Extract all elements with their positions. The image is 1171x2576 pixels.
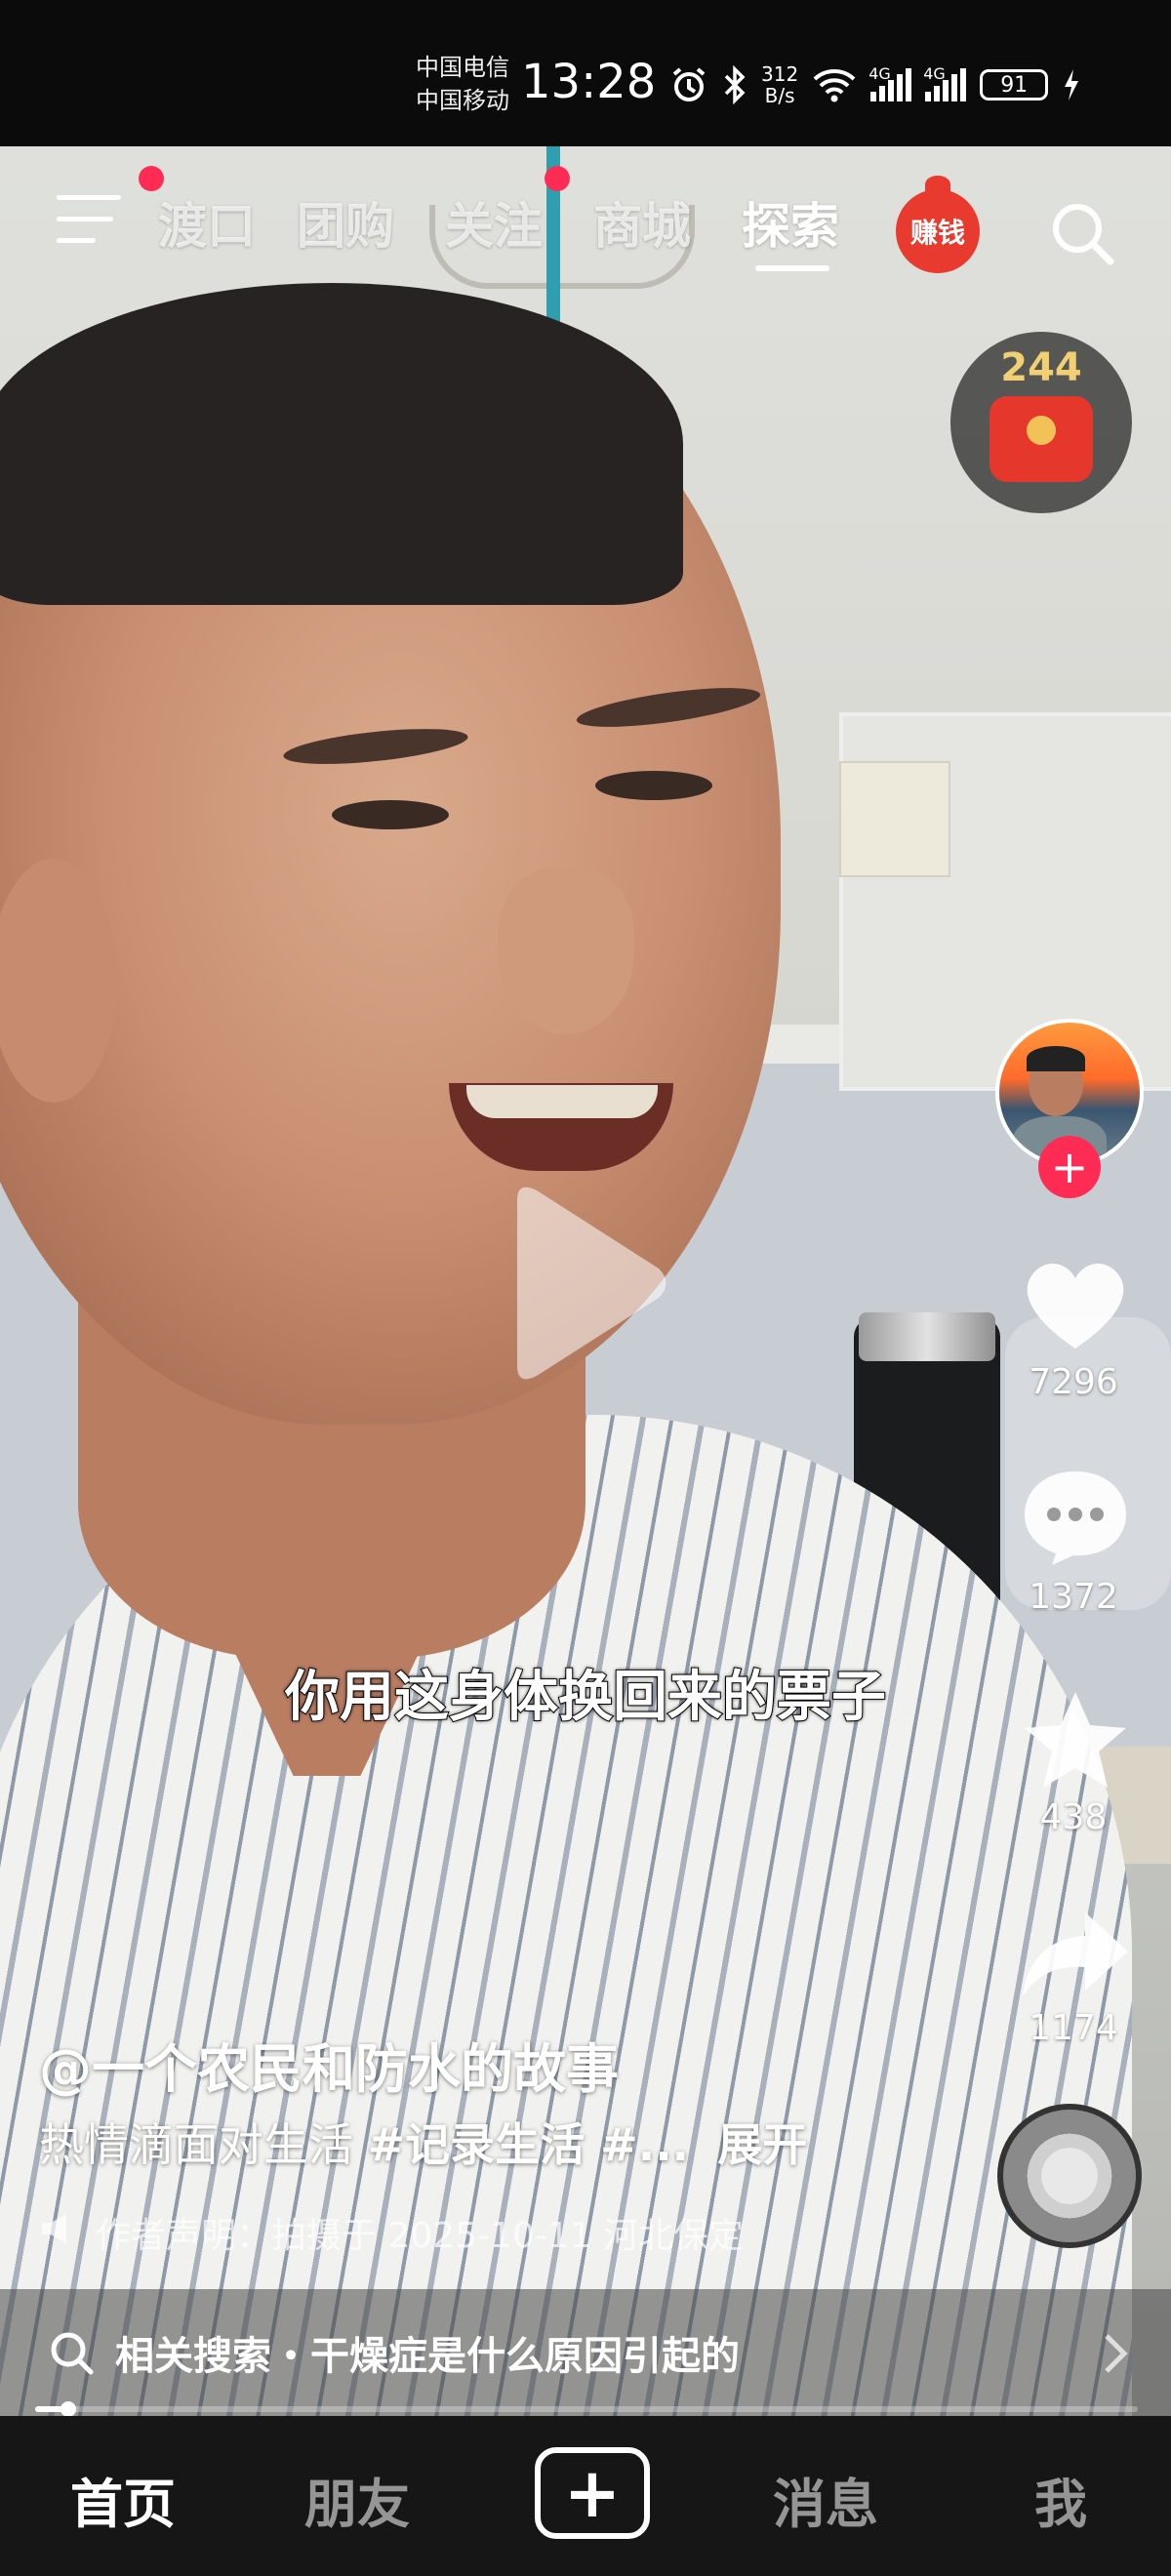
related-search-bar[interactable]: 相关搜索・干燥症是什么原因引起的: [0, 2289, 1171, 2416]
carrier-1: 中国电信: [416, 54, 509, 81]
active-tab-indicator: [755, 265, 829, 271]
follow-plus-icon[interactable]: +: [1038, 1136, 1101, 1198]
tab-mall[interactable]: 商城: [593, 187, 691, 258]
play-icon[interactable]: [498, 1181, 673, 1386]
status-icons: 312 B/s 4G 4G 91: [669, 60, 1081, 109]
related-search-text: 相关搜索・干燥症是什么原因引起的: [115, 2334, 740, 2379]
author-statement: 作者声明：拍摄于 2025-10-11 河北保定: [39, 2207, 744, 2258]
search-icon: [49, 2330, 96, 2377]
comment-count: 1372: [1029, 1577, 1118, 1617]
signal-2-icon: 4G: [923, 64, 967, 101]
statement-text: 作者声明：拍摄于 2025-10-11 河北保定: [96, 2216, 745, 2256]
search-icon[interactable]: [1048, 199, 1116, 267]
net-speed: 312 B/s: [761, 63, 798, 106]
top-nav: 渡口 团购 关注 商城 探索 赚钱: [0, 166, 1171, 273]
person-nose: [498, 868, 634, 1034]
heart-icon[interactable]: [1017, 1251, 1134, 1358]
tab-explore[interactable]: 探索: [742, 187, 839, 258]
bluetooth-icon: [722, 65, 747, 104]
wifi-icon: [812, 67, 857, 102]
charging-icon: [1062, 67, 1081, 102]
share-count: 1174: [1029, 2008, 1118, 2048]
carrier-2: 中国移动: [416, 87, 509, 114]
chevron-right-icon: [1101, 2332, 1130, 2375]
video-description: 热情滴面对生活 #记录生活 #... 展开: [39, 2110, 807, 2174]
eye-left: [332, 800, 449, 829]
red-envelope-icon: [989, 396, 1093, 482]
video-progress-handle[interactable]: [60, 2401, 76, 2417]
desc-text: 热情滴面对生活: [39, 2118, 368, 2171]
nav-me[interactable]: 我: [1034, 2461, 1087, 2538]
like-count: 7296: [1029, 1362, 1118, 1402]
video-subtitle: 你用这身体换回来的票子: [284, 1665, 887, 1730]
video-progress-track[interactable]: [35, 2406, 1138, 2412]
carrier-labels: 中国电信 中国移动: [416, 51, 509, 117]
following-notification-dot: [545, 166, 570, 191]
favorite-count: 438: [1039, 1797, 1108, 1837]
comment-icon[interactable]: [1017, 1464, 1134, 1571]
hashtag-more[interactable]: #...: [585, 2118, 689, 2171]
plus-icon: +: [563, 2453, 622, 2533]
nav-messages[interactable]: 消息: [773, 2461, 878, 2538]
earn-money-button[interactable]: 赚钱: [896, 176, 980, 273]
signal-2-label: 4G: [923, 64, 946, 83]
wall-switch: [839, 761, 950, 877]
coin-count: 244: [1000, 345, 1082, 390]
tab-following[interactable]: 关注: [445, 187, 543, 258]
person-hair: [0, 283, 683, 605]
nav-friends[interactable]: 朋友: [304, 2461, 410, 2538]
create-button[interactable]: +: [535, 2447, 650, 2539]
tab-dukou[interactable]: 渡口: [158, 187, 256, 258]
expand-link[interactable]: 展开: [717, 2118, 807, 2171]
nav-home[interactable]: 首页: [70, 2461, 176, 2538]
status-time: 13:28: [521, 55, 657, 109]
megaphone-icon: [39, 2212, 78, 2254]
author-name[interactable]: @一个农民和防水的故事: [39, 2026, 619, 2103]
net-speed-unit: B/s: [764, 84, 795, 107]
signal-1-label: 4G: [868, 64, 891, 83]
thermos-cap: [859, 1312, 995, 1361]
tab-group-buy[interactable]: 团购: [297, 187, 394, 258]
menu-button[interactable]: [57, 195, 121, 246]
hashtag-record-life[interactable]: #记录生活: [368, 2118, 586, 2171]
net-speed-value: 312: [761, 62, 799, 86]
bottom-nav: 首页 朋友 + 消息 我: [0, 2416, 1171, 2576]
battery-indicator: 91: [980, 69, 1049, 101]
music-disc[interactable]: [997, 2104, 1142, 2248]
coin-reward-widget[interactable]: 244: [950, 332, 1132, 513]
person-teeth: [466, 1085, 658, 1118]
signal-1-icon: 4G: [868, 64, 912, 101]
status-bar: 中国电信 中国移动 13:28 312 B/s 4G 4G 91: [0, 0, 1171, 146]
eye-right: [595, 771, 712, 800]
share-icon[interactable]: [1017, 1901, 1134, 2008]
alarm-icon: [669, 65, 708, 104]
